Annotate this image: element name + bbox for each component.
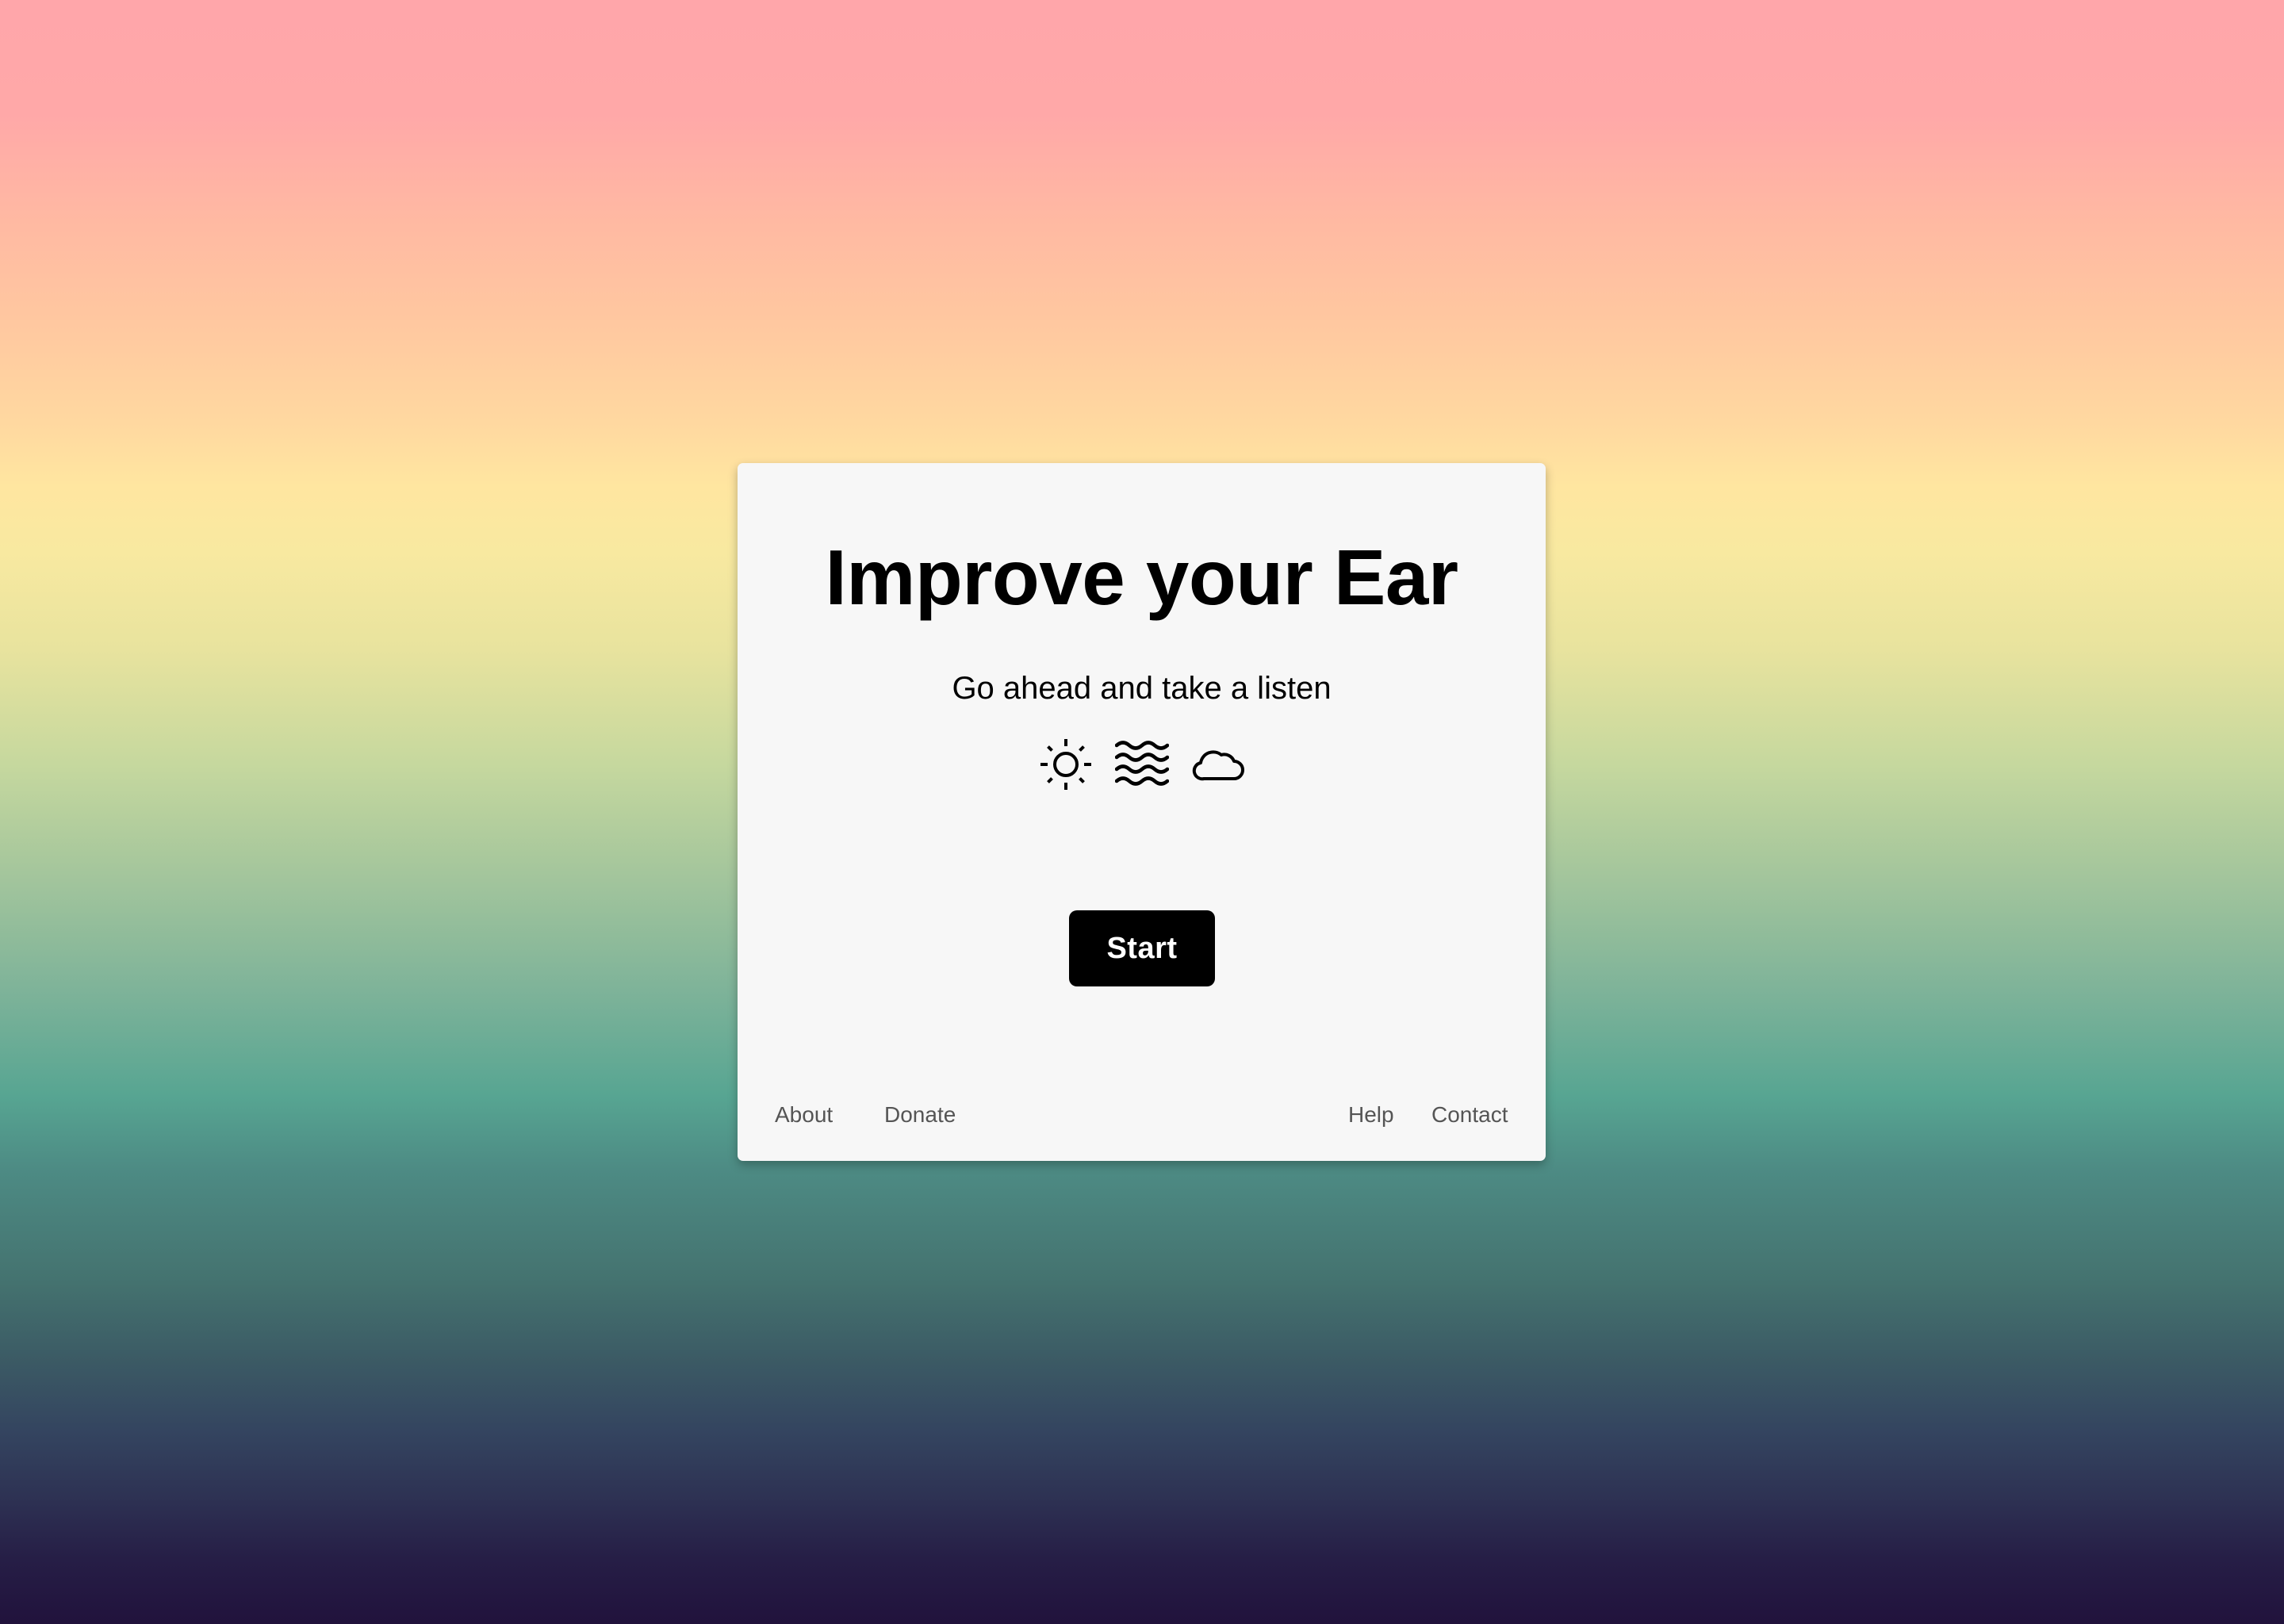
start-button[interactable]: Start <box>1069 910 1215 986</box>
sun-icon[interactable] <box>1039 737 1093 791</box>
sound-icons <box>738 737 1546 791</box>
footer-link-help[interactable]: Help <box>1348 1104 1394 1126</box>
waves-icon[interactable] <box>1114 737 1169 791</box>
page-subtitle: Go ahead and take a listen <box>952 671 1332 706</box>
footer-link-donate[interactable]: Donate <box>884 1104 956 1126</box>
page-title: Improve your Ear <box>825 534 1458 621</box>
footer-link-about[interactable]: About <box>775 1104 833 1126</box>
footer-link-contact[interactable]: Contact <box>1431 1104 1508 1126</box>
cloud-icon[interactable] <box>1191 737 1245 791</box>
welcome-card: Improve your Ear Go ahead and take a lis… <box>738 463 1546 1161</box>
